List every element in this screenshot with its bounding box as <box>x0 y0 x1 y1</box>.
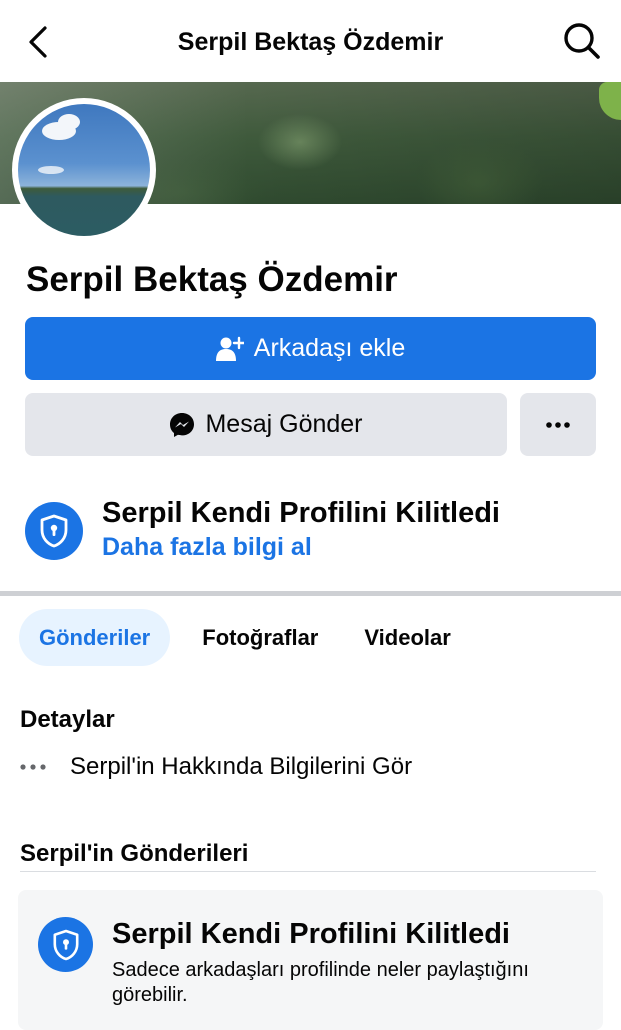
more-dots-icon <box>20 764 70 770</box>
message-button[interactable]: Mesaj Gönder <box>25 393 507 456</box>
search-button[interactable] <box>561 20 603 62</box>
avatar-cloud <box>38 166 64 174</box>
shield-lock-icon <box>40 514 68 548</box>
profile-tabs: Gönderiler Fotoğraflar Videolar <box>19 609 471 666</box>
add-friend-button[interactable]: Arkadaşı ekle <box>25 317 596 380</box>
about-info-label: Serpil'in Hakkında Bilgilerini Gör <box>70 753 413 780</box>
details-heading: Detaylar <box>20 706 115 733</box>
top-navigation-bar: Serpil Bektaş Özdemir <box>0 0 621 82</box>
tab-posts[interactable]: Gönderiler <box>19 609 171 666</box>
about-info-link[interactable]: Serpil'in Hakkında Bilgilerini Gör <box>20 750 412 784</box>
back-button[interactable] <box>20 22 56 62</box>
message-label: Mesaj Gönder <box>205 410 363 438</box>
profile-locked-notice: Serpil Kendi Profilini Kilitledi Daha fa… <box>25 495 605 567</box>
locked-card-title: Serpil Kendi Profilini Kilitledi <box>112 918 510 950</box>
lock-notice-title: Serpil Kendi Profilini Kilitledi <box>102 497 500 529</box>
page-title: Serpil Bektaş Özdemir <box>177 28 444 56</box>
chevron-left-icon <box>29 26 47 58</box>
profile-name: Serpil Bektaş Özdemir <box>26 260 398 299</box>
posts-heading: Serpil'in Gönderileri <box>20 840 249 867</box>
search-icon <box>564 23 600 59</box>
avatar[interactable] <box>12 98 156 242</box>
tab-videos[interactable]: Videolar <box>344 609 470 666</box>
avatar-cloud <box>58 114 80 130</box>
lock-badge <box>38 917 93 972</box>
lock-badge <box>25 502 83 560</box>
divider <box>20 871 596 872</box>
locked-profile-card: Serpil Kendi Profilini Kilitledi Sadece … <box>18 890 603 1030</box>
avatar-image <box>18 104 150 236</box>
add-friend-label: Arkadaşı ekle <box>253 334 406 362</box>
messenger-icon <box>170 412 195 437</box>
tab-photos[interactable]: Fotoğraflar <box>170 609 344 666</box>
shield-lock-icon <box>52 929 79 960</box>
more-options-button[interactable] <box>520 393 596 456</box>
more-dots-icon <box>546 421 570 428</box>
section-divider <box>0 591 621 596</box>
learn-more-link[interactable]: Daha fazla bilgi al <box>102 531 312 563</box>
locked-card-description: Sadece arkadaşları profilinde neler payl… <box>112 959 529 1006</box>
add-friend-icon <box>215 336 244 361</box>
